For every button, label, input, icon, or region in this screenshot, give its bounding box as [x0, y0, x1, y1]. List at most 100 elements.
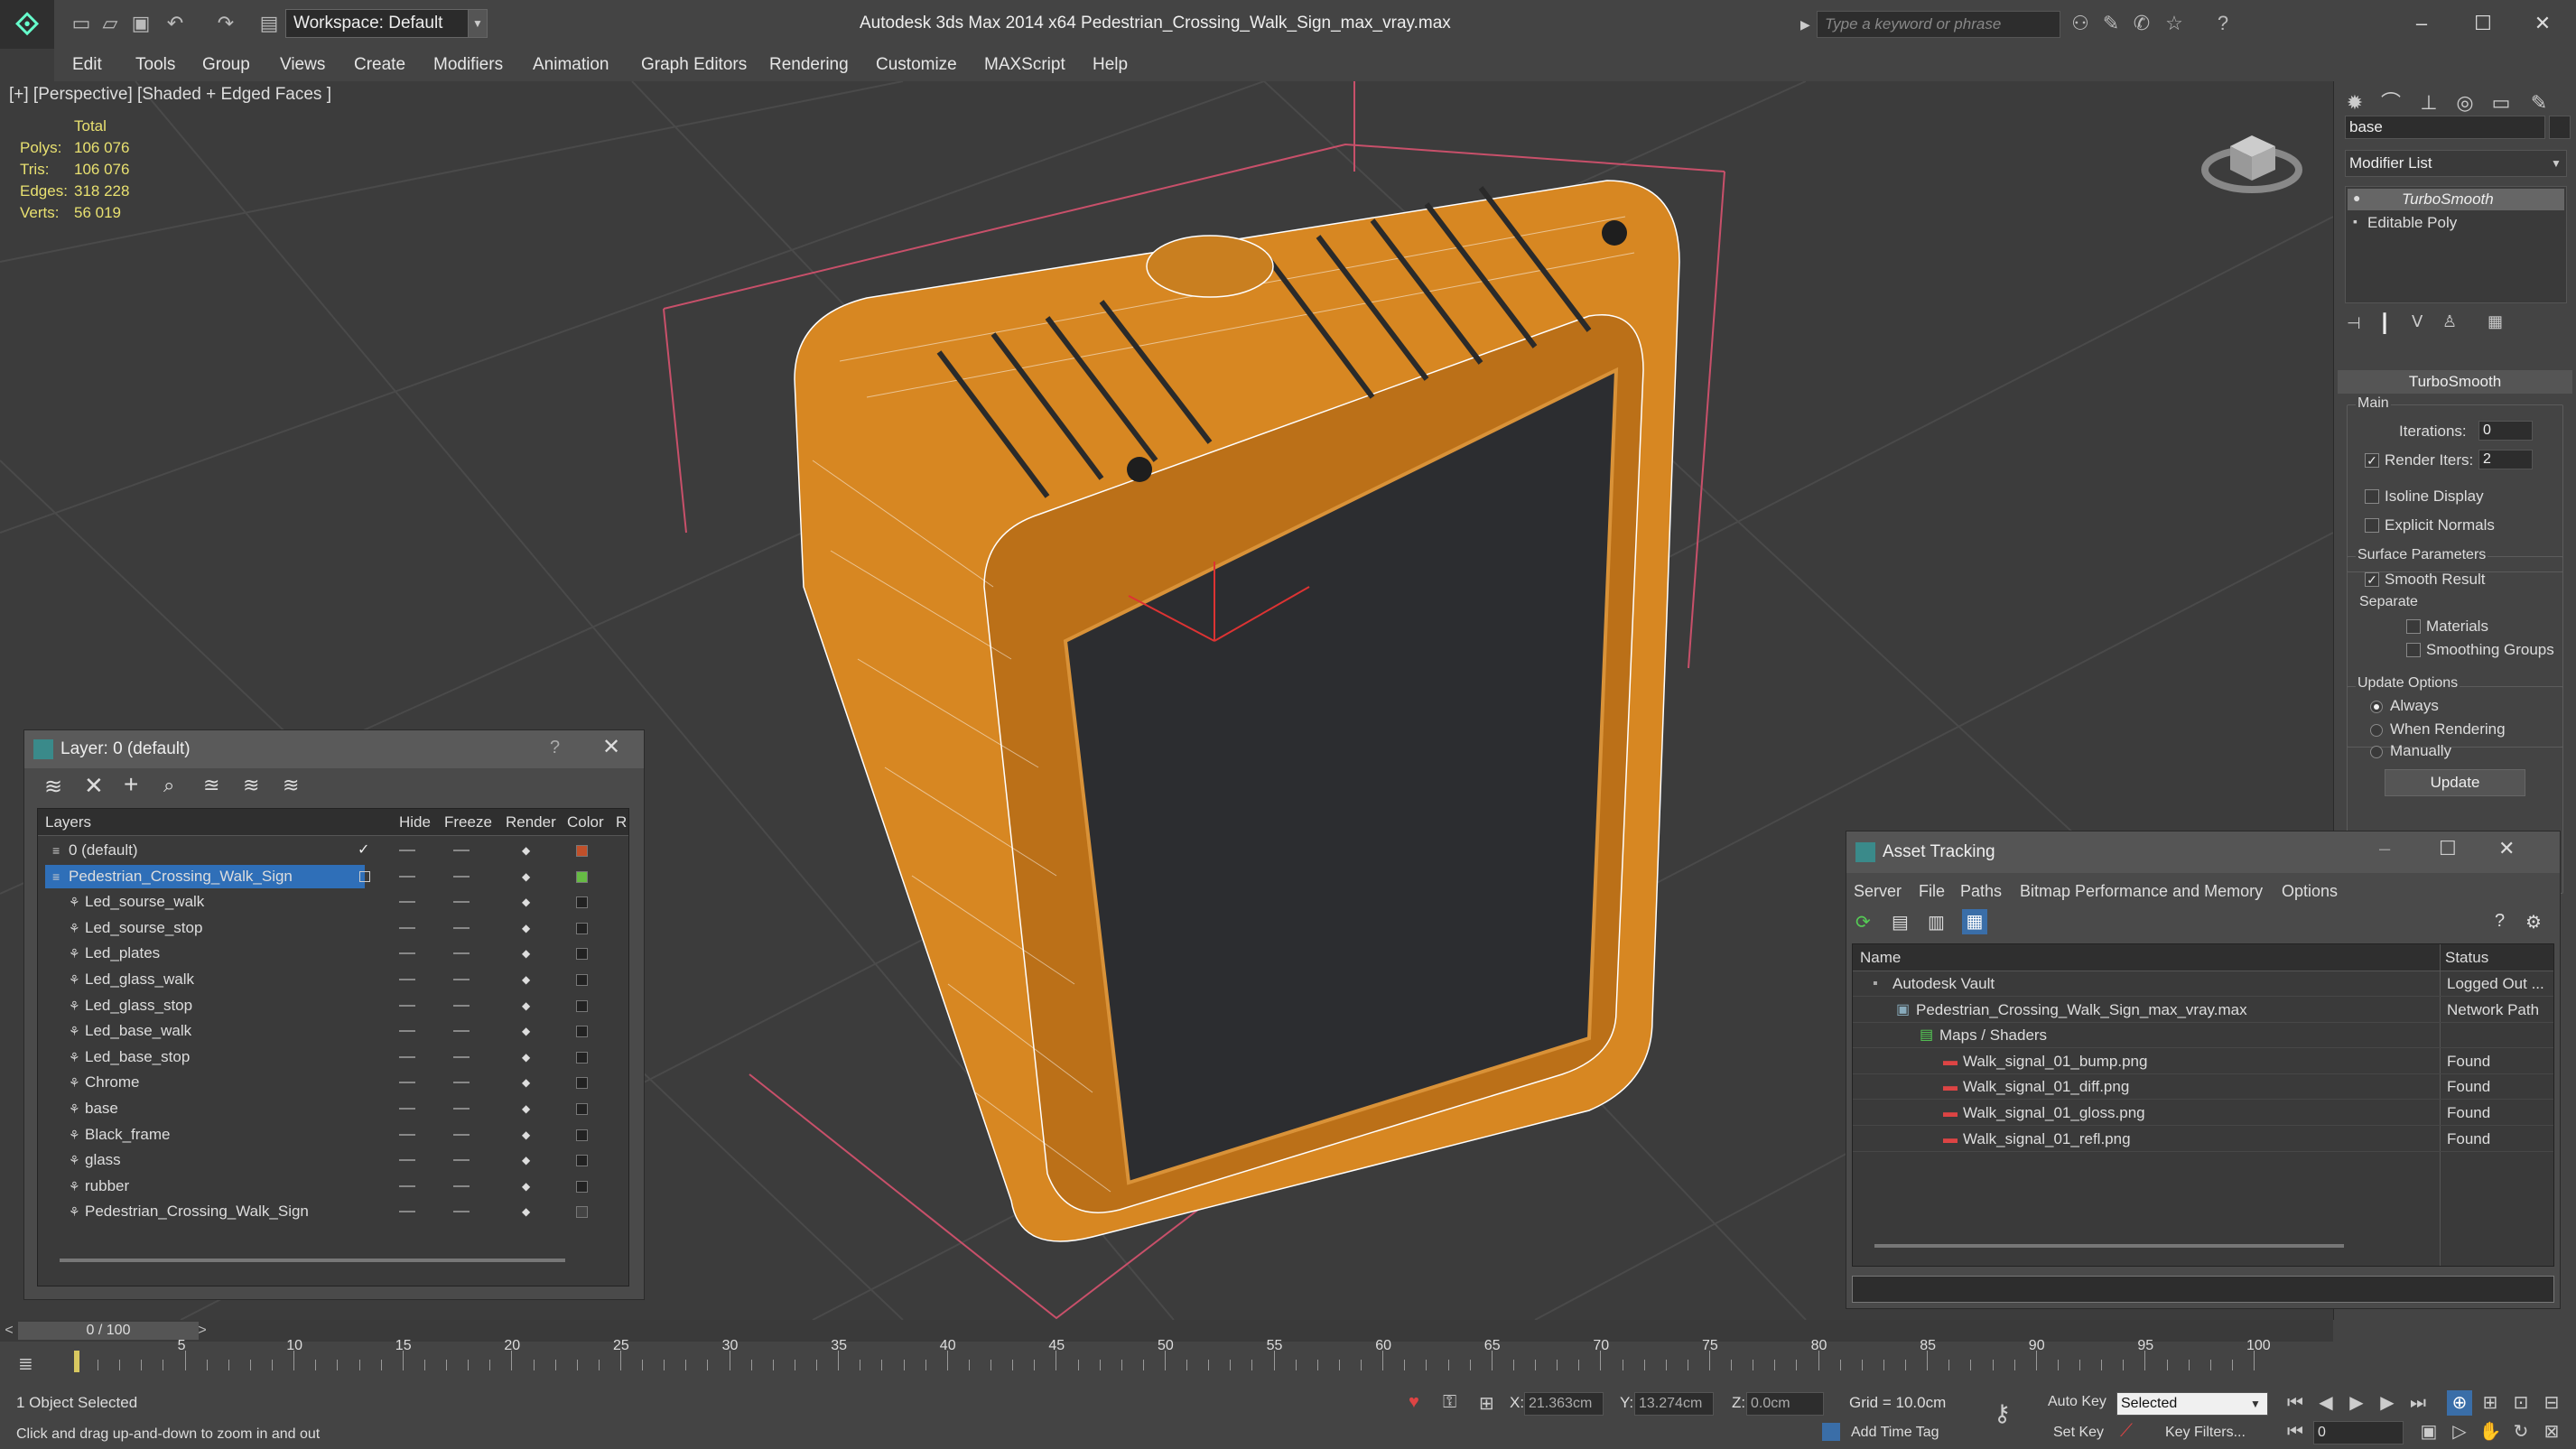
- modifier-list-dropdown[interactable]: Modifier List: [2345, 150, 2567, 177]
- layer-row[interactable]: ⚘ glass ◆: [38, 1147, 628, 1173]
- stack-item-turbosmooth[interactable]: ● TurboSmooth: [2348, 189, 2564, 210]
- column-header[interactable]: Freeze: [444, 809, 492, 836]
- chevron-down-icon[interactable]: ▼: [468, 9, 488, 38]
- freeze-toggle[interactable]: [453, 875, 470, 878]
- hide-toggle[interactable]: [399, 1108, 415, 1110]
- layer-color-swatch[interactable]: [576, 870, 588, 883]
- layer-color-swatch[interactable]: [576, 922, 588, 934]
- column-header[interactable]: Hide: [399, 809, 431, 836]
- freeze-toggle[interactable]: [453, 1133, 470, 1136]
- asset-row[interactable]: ▤ Maps / Shaders: [1853, 1023, 2553, 1049]
- asset-row[interactable]: ▬ Walk_signal_01_diff.png Found: [1853, 1074, 2553, 1101]
- subscription-icon[interactable]: ✎: [2098, 11, 2124, 36]
- asset-row[interactable]: ▪ Autodesk Vault Logged Out ...: [1853, 971, 2553, 997]
- hide-all-icon[interactable]: ≋: [243, 774, 259, 797]
- rollout-turbosmooth[interactable]: TurboSmooth: [2338, 370, 2572, 394]
- menu-group[interactable]: Group: [202, 49, 250, 81]
- freeze-toggle[interactable]: [453, 926, 470, 929]
- menu-create[interactable]: Create: [354, 49, 405, 81]
- workspace-dropdown[interactable]: Workspace: Default: [285, 9, 473, 38]
- render-teapot-icon[interactable]: ◆: [522, 845, 535, 856]
- menu-maxscript[interactable]: MAXScript: [984, 49, 1065, 81]
- column-header[interactable]: Name: [1860, 944, 1901, 971]
- horizontal-scrollbar[interactable]: [1874, 1244, 2344, 1248]
- chevron-right-icon[interactable]: >: [193, 1320, 211, 1342]
- freeze-toggle[interactable]: [453, 1159, 470, 1162]
- field-of-view-icon[interactable]: ▷: [2447, 1419, 2472, 1444]
- layer-color-swatch[interactable]: [576, 1206, 588, 1219]
- search-input[interactable]: Type a keyword or phrase: [1817, 11, 2060, 38]
- render-teapot-icon[interactable]: ◆: [522, 1052, 535, 1063]
- next-frame-icon[interactable]: ▶: [2375, 1390, 2400, 1416]
- layer-color-swatch[interactable]: [576, 1026, 588, 1038]
- asset-row[interactable]: ▬ Walk_signal_01_bump.png Found: [1853, 1049, 2553, 1074]
- y-coordinate-field[interactable]: 13.274cm: [1634, 1392, 1714, 1416]
- render-teapot-icon[interactable]: ◆: [522, 1000, 535, 1011]
- menu-bitmap-performance[interactable]: Bitmap Performance and Memory: [2020, 882, 2263, 901]
- layer-color-swatch[interactable]: [576, 1155, 588, 1167]
- app-logo-icon[interactable]: ⟐: [0, 0, 54, 49]
- freeze-toggle[interactable]: [453, 1184, 470, 1187]
- menu-customize[interactable]: Customize: [876, 49, 957, 81]
- layer-color-swatch[interactable]: [576, 1051, 588, 1064]
- highlight-selected-icon[interactable]: ≊: [203, 774, 219, 797]
- explicit-normals-checkbox[interactable]: [2365, 518, 2379, 533]
- chevron-down-icon[interactable]: ▼: [2250, 1392, 2268, 1416]
- update-button[interactable]: Update: [2385, 769, 2525, 796]
- hide-toggle[interactable]: [399, 1184, 415, 1187]
- render-teapot-icon[interactable]: ◆: [522, 871, 535, 882]
- layer-row[interactable]: ⚘ Pedestrian_Crossing_Walk_Sign ◆: [38, 1199, 628, 1224]
- orbit-icon[interactable]: ↻: [2508, 1419, 2534, 1444]
- render-teapot-icon[interactable]: ◆: [522, 1181, 535, 1192]
- layer-row[interactable]: ⚘ Led_base_walk ◆: [38, 1018, 628, 1044]
- mini-curve-editor-icon[interactable]: ≣: [18, 1352, 33, 1375]
- layer-color-swatch[interactable]: [576, 845, 588, 857]
- layer-row[interactable]: ⚘ Black_frame ◆: [38, 1122, 628, 1147]
- menu-edit[interactable]: Edit: [72, 49, 102, 81]
- lock-selection-icon[interactable]: ⚿: [1443, 1392, 1456, 1413]
- layer-row[interactable]: ⚘ Led_sourse_stop ◆: [38, 915, 628, 941]
- smoothing-groups-checkbox[interactable]: [2406, 643, 2421, 657]
- layer-row[interactable]: ⚘ rubber ◆: [38, 1174, 628, 1199]
- menu-file[interactable]: File: [1919, 882, 1945, 901]
- render-teapot-icon[interactable]: ◆: [522, 1129, 535, 1140]
- layer-color-swatch[interactable]: [576, 948, 588, 961]
- hide-toggle[interactable]: [399, 979, 415, 980]
- utilities-tab-icon[interactable]: ✎: [2522, 87, 2556, 119]
- z-coordinate-field[interactable]: 0.0cm: [1746, 1392, 1824, 1416]
- help-icon[interactable]: ?: [2210, 11, 2236, 36]
- display-tab-icon[interactable]: ▭: [2484, 87, 2518, 119]
- transform-mode-icon[interactable]: ⊞: [1479, 1392, 1494, 1415]
- table-view-icon[interactable]: ▥: [1928, 911, 1945, 933]
- help-icon[interactable]: ?: [550, 738, 560, 758]
- hierarchy-tab-icon[interactable]: ⊥: [2412, 87, 2446, 119]
- asset-row[interactable]: ▬ Walk_signal_01_gloss.png Found: [1853, 1101, 2553, 1126]
- open-file-icon[interactable]: ▱: [98, 11, 123, 36]
- object-name-field[interactable]: base: [2345, 116, 2545, 139]
- time-configuration-icon[interactable]: ▣: [2416, 1419, 2441, 1444]
- zoom-all-icon[interactable]: ⊞: [2478, 1390, 2503, 1416]
- freeze-toggle[interactable]: [453, 1004, 470, 1007]
- layer-color-swatch[interactable]: [576, 974, 588, 986]
- freeze-toggle[interactable]: [453, 1082, 470, 1084]
- chevron-down-icon[interactable]: ▼: [2547, 152, 2565, 175]
- favorites-star-icon[interactable]: ☆: [2162, 11, 2187, 36]
- stack-item-editable-poly[interactable]: ▪ Editable Poly: [2348, 212, 2564, 234]
- asset-row[interactable]: ▣ Pedestrian_Crossing_Walk_Sign_max_vray.…: [1853, 998, 2553, 1023]
- refresh-icon[interactable]: ⟳: [1855, 911, 1871, 933]
- key-mode-dropdown[interactable]: Selected: [2116, 1392, 2268, 1416]
- menu-rendering[interactable]: Rendering: [769, 49, 849, 81]
- layer-row[interactable]: ⚘ Led_glass_walk ◆: [38, 967, 628, 992]
- configure-sets-icon[interactable]: ▦: [2488, 312, 2503, 331]
- hide-toggle[interactable]: [399, 1055, 415, 1058]
- update-when-rendering-radio[interactable]: [2370, 724, 2383, 737]
- column-header[interactable]: R: [616, 809, 627, 836]
- play-icon[interactable]: ▶: [2344, 1390, 2369, 1416]
- freeze-toggle[interactable]: [453, 901, 470, 904]
- column-header[interactable]: Color: [567, 809, 604, 836]
- isoline-checkbox[interactable]: [2365, 489, 2379, 504]
- key-filter-curve-icon[interactable]: ⟋: [2120, 1421, 2133, 1442]
- column-header[interactable]: Layers: [45, 809, 91, 836]
- render-iters-checkbox[interactable]: ✓: [2365, 453, 2379, 468]
- zoom-extents-icon[interactable]: ⊡: [2508, 1390, 2534, 1416]
